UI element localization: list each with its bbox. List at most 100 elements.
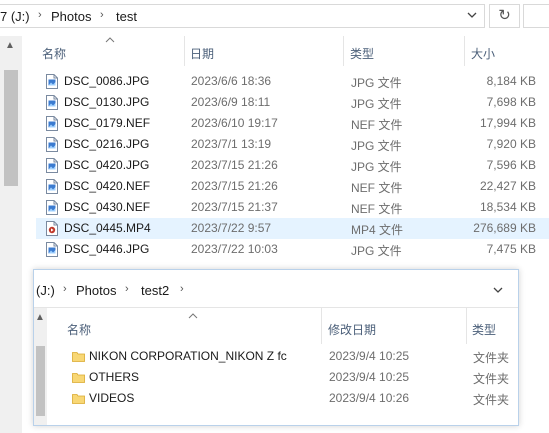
file-size: 8,184 KB [486,74,536,88]
folder-type: 文件夹 [473,351,510,365]
file-row[interactable]: DSC_0446.JPG 2023/7/22 10:03 JPG 文件 7,475 K… [36,239,549,260]
folder-row[interactable]: OTHERS 2023/9/4 10:25 文件夹 [69,367,518,388]
file-type: MP4 文件 [351,223,404,237]
file-row[interactable]: DSC_0420.JPG 2023/7/15 21:26 JPG 文件 7,596 K… [36,155,549,176]
sort-ascending-icon [188,311,198,321]
column-divider[interactable] [184,36,185,66]
file-date: 2023/7/15 21:26 [191,179,278,193]
file-name: DSC_0420.JPG [64,158,150,172]
image-file-icon [46,95,58,110]
file-name: DSC_0420.NEF [64,179,151,193]
folder-date: 2023/9/4 10:26 [329,391,410,405]
file-date: 2023/7/1 13:19 [191,137,272,151]
breadcrumb-separator[interactable]: › [38,9,42,21]
folder-type: 文件夹 [473,393,510,407]
breadcrumb-separator[interactable]: › [100,9,104,21]
file-date: 2023/7/15 21:37 [191,200,278,214]
breadcrumb-separator[interactable]: › [63,283,67,295]
scrollbar-thumb[interactable] [36,346,45,416]
file-date: 2023/6/6 18:36 [191,74,272,88]
column-header-row: 名称 修改日期 类型 [34,308,518,344]
video-file-icon [46,221,58,236]
image-file-icon [46,179,58,194]
image-file-icon [46,242,58,257]
folder-name: OTHERS [89,370,140,384]
file-row[interactable]: DSC_0179.NEF 2023/6/10 19:17 NEF 文件 17,994 … [36,113,549,134]
address-bar[interactable]: 7 (J:) › Photos › test ↻ [0,2,549,30]
folder-row[interactable]: NIKON CORPORATION_NIKON Z fc 2023/9/4 10:… [69,346,518,367]
file-name: DSC_0446.JPG [64,242,150,256]
search-input[interactable] [523,4,549,28]
column-header-date[interactable]: 修改日期 [328,321,376,338]
file-type: JPG 文件 [351,244,402,258]
chevron-down-icon[interactable] [467,11,477,22]
column-divider[interactable] [464,36,465,66]
explorer-window-test2: (J:) › Photos › test2 › ▲ 名称 修改日期 类型 NIK… [33,269,519,426]
file-type: JPG 文件 [351,97,402,111]
folder-icon [72,351,85,362]
column-header-type[interactable]: 类型 [350,45,374,62]
column-header-name[interactable]: 名称 [67,321,91,338]
column-header-name[interactable]: 名称 [42,45,66,62]
file-size: 7,920 KB [486,137,536,151]
refresh-icon: ↻ [498,7,511,24]
image-file-icon [46,74,58,89]
column-divider[interactable] [466,308,467,344]
folder-name: NIKON CORPORATION_NIKON Z fc [89,349,287,363]
scrollbar-thumb[interactable] [4,70,18,186]
column-divider[interactable] [343,36,344,66]
file-date: 2023/6/9 18:11 [191,95,271,109]
file-size: 276,689 KB [473,221,536,235]
file-size: 7,475 KB [486,242,536,256]
folder-type: 文件夹 [473,372,510,386]
folder-row[interactable]: VIDEOS 2023/9/4 10:26 文件夹 [69,388,518,409]
breadcrumb-separator[interactable]: › [180,283,184,295]
folder-date: 2023/9/4 10:25 [329,349,410,363]
file-row[interactable]: DSC_0430.NEF 2023/7/15 21:37 NEF 文件 18,534 … [36,197,549,218]
address-bar[interactable]: (J:) › Photos › test2 › [34,270,518,308]
folder-date: 2023/9/4 10:25 [329,370,410,384]
breadcrumb-photos[interactable]: Photos [76,283,116,298]
image-file-icon [46,158,58,173]
column-header-date[interactable]: 日期 [190,45,214,62]
file-date: 2023/7/22 10:03 [191,242,278,256]
file-size: 22,427 KB [479,179,536,193]
file-date: 2023/7/22 9:57 [191,221,272,235]
file-type: JPG 文件 [351,76,402,90]
folder-icon [72,372,85,383]
column-header-size[interactable]: 大小 [471,45,495,62]
file-size: 7,698 KB [486,95,536,109]
file-size: 18,534 KB [479,200,536,214]
file-name: DSC_0086.JPG [64,74,150,88]
breadcrumb-test[interactable]: test [116,9,137,24]
column-header-type[interactable]: 类型 [472,321,496,338]
vertical-scrollbar[interactable]: ▲ [0,36,22,433]
column-divider[interactable] [321,308,322,344]
image-file-icon [46,116,58,131]
file-type: NEF 文件 [351,181,403,195]
file-row[interactable]: DSC_0216.JPG 2023/7/1 13:19 JPG 文件 7,920 KB [36,134,549,155]
file-row[interactable]: DSC_0420.NEF 2023/7/15 21:26 NEF 文件 22,427 … [36,176,549,197]
breadcrumb-photos[interactable]: Photos [51,9,91,24]
chevron-down-icon[interactable] [493,286,503,297]
sort-ascending-icon [105,35,115,45]
file-size: 7,596 KB [486,158,536,172]
file-row[interactable]: DSC_0445.MP4 2023/7/22 9:57 MP4 文件 276,689 … [36,218,549,239]
file-row[interactable]: DSC_0086.JPG 2023/6/6 18:36 JPG 文件 8,184 KB [36,71,549,92]
breadcrumb-drive[interactable]: 7 (J:) [0,9,30,24]
file-type: NEF 文件 [351,202,403,216]
folder-name: VIDEOS [89,391,135,405]
breadcrumb-drive[interactable]: (J:) [36,283,55,298]
refresh-button[interactable]: ↻ [489,4,520,28]
image-file-icon [46,200,58,215]
file-size: 17,994 KB [479,116,536,130]
breadcrumb-separator[interactable]: › [125,283,129,295]
file-type: JPG 文件 [351,160,402,174]
file-name: DSC_0445.MP4 [64,221,151,235]
file-name: DSC_0216.JPG [64,137,150,151]
file-name: DSC_0130.JPG [64,95,150,109]
breadcrumb-test2[interactable]: test2 [141,283,169,298]
file-type: JPG 文件 [351,139,402,153]
file-row[interactable]: DSC_0130.JPG 2023/6/9 18:11 JPG 文件 7,698 KB [36,92,549,113]
file-date: 2023/7/15 21:26 [191,158,278,172]
